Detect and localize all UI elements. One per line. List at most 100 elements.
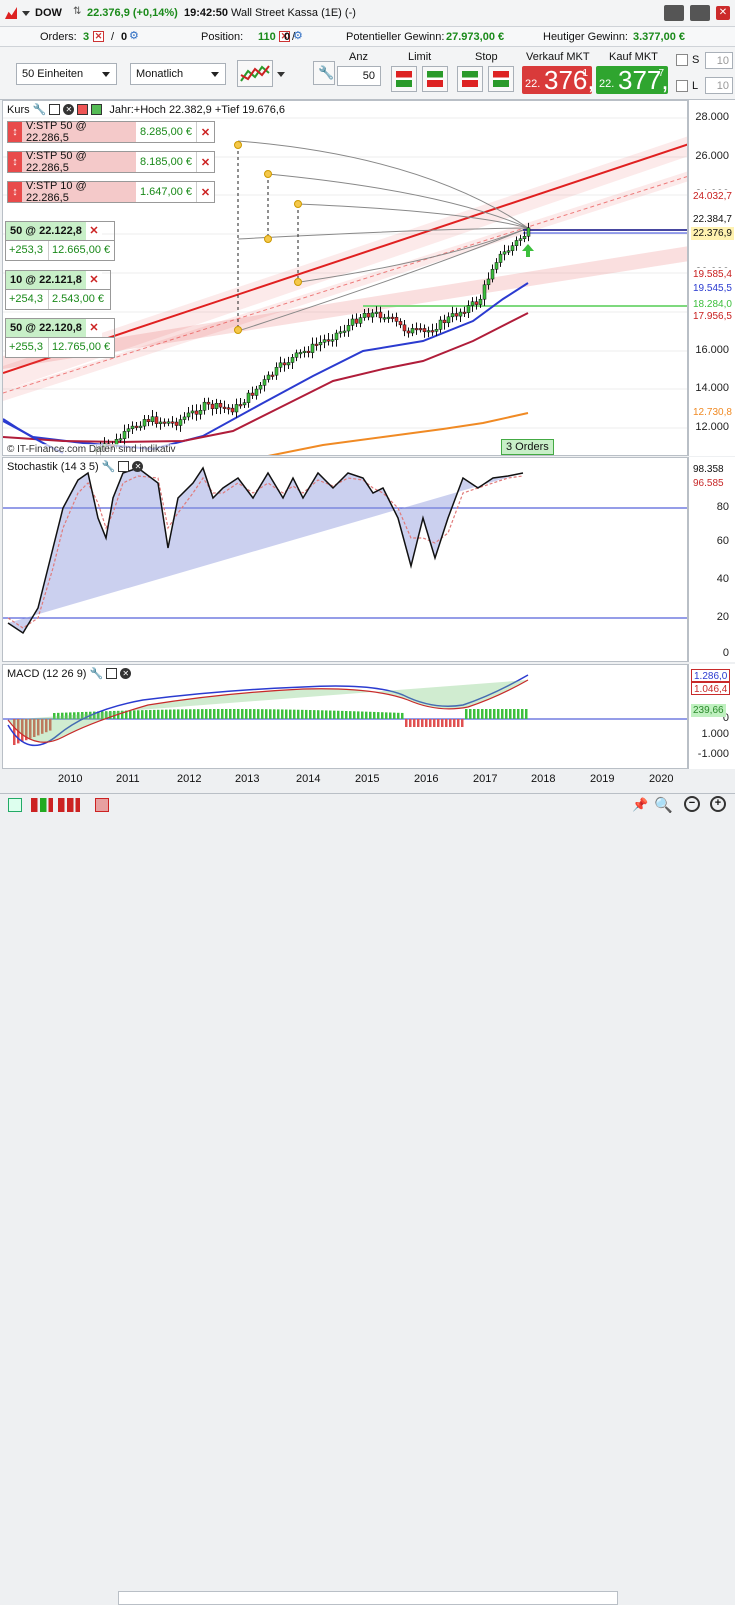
candle bbox=[258, 385, 263, 390]
candle bbox=[522, 236, 527, 240]
candle bbox=[210, 403, 215, 409]
order-label: V:STP 50 @ 22.286,5 bbox=[22, 120, 136, 144]
buy-market-button[interactable]: 22. 377, 7 bbox=[596, 66, 669, 94]
period-select[interactable]: Monatlich bbox=[130, 63, 226, 85]
limit-sell-button[interactable] bbox=[391, 66, 417, 92]
close-position-icon[interactable]: ✕ bbox=[86, 222, 102, 240]
dropdown-arrow-icon[interactable] bbox=[22, 11, 30, 16]
macd-histogram-bar bbox=[357, 711, 360, 719]
drawing-tools-icon[interactable] bbox=[95, 798, 109, 812]
stop-order-1[interactable]: ↕ V:STP 50 @ 22.286,5 8.285,00 € ✕ bbox=[7, 120, 215, 144]
move-down-icon[interactable] bbox=[77, 104, 89, 115]
close-icon[interactable]: ✕ bbox=[132, 461, 144, 472]
price-axis: 28.00026.00024.00022.00020.00018.00016.0… bbox=[688, 100, 735, 456]
sell-market-button[interactable]: 22. 376, 1 bbox=[522, 66, 595, 94]
cancel-order-icon[interactable]: ✕ bbox=[196, 122, 214, 142]
pin-icon[interactable]: 📌 bbox=[632, 797, 648, 813]
position-gain: 12.665,00 € bbox=[48, 241, 114, 260]
macd-histogram-bar bbox=[201, 709, 204, 719]
potential-gain-label: Potentieller Gewinn: bbox=[346, 31, 445, 43]
macd-canvas[interactable] bbox=[3, 665, 688, 769]
macd-histogram-bar bbox=[149, 709, 152, 719]
horizontal-scrollbar[interactable] bbox=[118, 1591, 618, 1605]
candle bbox=[182, 416, 187, 420]
l-checkbox[interactable] bbox=[676, 80, 688, 92]
sort-icon[interactable]: ⇅ bbox=[73, 6, 81, 17]
position-label: 50 @ 22.122,8 bbox=[6, 222, 86, 240]
move-up-icon[interactable] bbox=[91, 104, 103, 115]
chart-type-icon[interactable] bbox=[5, 7, 17, 19]
ticket-icon[interactable] bbox=[690, 5, 710, 21]
orders-badge[interactable]: 3 Orders bbox=[501, 439, 554, 455]
zoom-out-icon[interactable]: − bbox=[684, 796, 700, 812]
order-drag-handle[interactable]: ↕ bbox=[8, 182, 22, 202]
close-icon[interactable]: ✕ bbox=[63, 104, 75, 115]
stochastic-axis: 80 60 40 20 0 98.358 96.585 bbox=[688, 457, 735, 662]
year-tick: 2017 bbox=[473, 773, 498, 785]
symbol-label[interactable]: DOW bbox=[35, 7, 62, 19]
order-drag-handle[interactable]: ↕ bbox=[8, 152, 22, 172]
position-3[interactable]: 50 @ 22.120,8 ✕ +255,3 12.765,00 € bbox=[5, 318, 115, 358]
position-count[interactable]: 110 bbox=[258, 31, 276, 43]
stochastic-canvas[interactable] bbox=[3, 458, 688, 662]
wrench-icon[interactable]: 🔧 bbox=[33, 103, 47, 116]
wrench-icon[interactable]: 🔧 bbox=[89, 667, 103, 680]
dropdown-arrow-icon bbox=[211, 72, 219, 77]
sell-market-label: Verkauf MKT bbox=[526, 51, 590, 63]
zoom-in-icon[interactable]: + bbox=[710, 796, 726, 812]
wrench-button[interactable]: 🔧 bbox=[313, 61, 335, 85]
candle bbox=[286, 362, 291, 366]
maximize-icon[interactable] bbox=[106, 668, 118, 679]
anz-input[interactable]: 50 bbox=[337, 66, 381, 86]
close-icon[interactable]: ✕ bbox=[120, 668, 132, 679]
stoch-tick: 40 bbox=[716, 573, 729, 585]
wrench-icon[interactable]: 🔧 bbox=[102, 460, 116, 473]
candles-icon[interactable] bbox=[8, 798, 22, 812]
close-position-icon[interactable]: ✕ bbox=[86, 271, 102, 289]
position-count-2: 0 bbox=[284, 31, 291, 43]
stop-order-2[interactable]: ↕ V:STP 50 @ 22.286,5 8.185,00 € ✕ bbox=[7, 150, 215, 174]
macd-histogram-bar bbox=[261, 709, 264, 719]
order-drag-handle[interactable]: ↕ bbox=[8, 122, 22, 142]
candle bbox=[178, 419, 183, 426]
lines-icon[interactable] bbox=[58, 798, 80, 812]
position-settings-icon[interactable]: ⚙ bbox=[293, 29, 303, 42]
position-2[interactable]: 10 @ 22.121,8 ✕ +254,3 2.543,00 € bbox=[5, 270, 111, 310]
orders-cancel-icon[interactable]: ✕ bbox=[93, 31, 104, 42]
macd-histogram-bar bbox=[129, 710, 132, 719]
position-1[interactable]: 50 @ 22.122,8 ✕ +253,3 12.665,00 € bbox=[5, 221, 115, 261]
stop-buy-button[interactable] bbox=[488, 66, 514, 92]
maximize-icon[interactable] bbox=[49, 104, 61, 115]
candle bbox=[246, 392, 251, 403]
stop-order-3[interactable]: ↕ V:STP 10 @ 22.286,5 1.647,00 € ✕ bbox=[7, 180, 215, 204]
cancel-order-icon[interactable]: ✕ bbox=[196, 182, 214, 202]
macd-histogram-bar bbox=[385, 712, 388, 719]
l-input[interactable]: 10 bbox=[705, 77, 733, 94]
macd-panel[interactable]: MACD (12 26 9) 🔧 ✕ bbox=[2, 664, 688, 769]
stochastic-panel[interactable]: Stochastik (14 3 5) 🔧 ✕ bbox=[2, 457, 688, 662]
stoch-tick: 80 bbox=[716, 501, 729, 513]
macd-histogram-bar bbox=[377, 712, 380, 719]
close-window-icon[interactable]: ✕ bbox=[716, 6, 730, 20]
cancel-order-icon[interactable]: ✕ bbox=[196, 152, 214, 172]
candle bbox=[314, 343, 319, 346]
candle bbox=[282, 362, 287, 366]
stop-sell-button[interactable] bbox=[457, 66, 483, 92]
orders-count[interactable]: 3 bbox=[83, 31, 89, 43]
limit-buy-button[interactable] bbox=[422, 66, 448, 92]
orders-settings-icon[interactable]: ⚙ bbox=[129, 29, 139, 42]
bars-icon[interactable] bbox=[31, 798, 53, 812]
candle bbox=[170, 421, 175, 424]
calculator-icon[interactable] bbox=[664, 5, 684, 21]
zoom-fit-icon[interactable]: 🔍 bbox=[654, 796, 673, 814]
maximize-icon[interactable] bbox=[118, 461, 130, 472]
units-select[interactable]: 50 Einheiten bbox=[16, 63, 117, 85]
indicator-dropdown-icon[interactable] bbox=[277, 72, 285, 77]
s-checkbox[interactable] bbox=[676, 54, 688, 66]
price-chart-panel[interactable]: Kurs 🔧 ✕ Jahr:+Hoch 22.382,9 +Tief 19.67… bbox=[2, 100, 688, 456]
candle bbox=[374, 311, 379, 314]
candle bbox=[238, 404, 243, 407]
s-input[interactable]: 10 bbox=[705, 52, 733, 69]
indicator-button[interactable] bbox=[237, 60, 273, 87]
close-position-icon[interactable]: ✕ bbox=[86, 319, 102, 337]
